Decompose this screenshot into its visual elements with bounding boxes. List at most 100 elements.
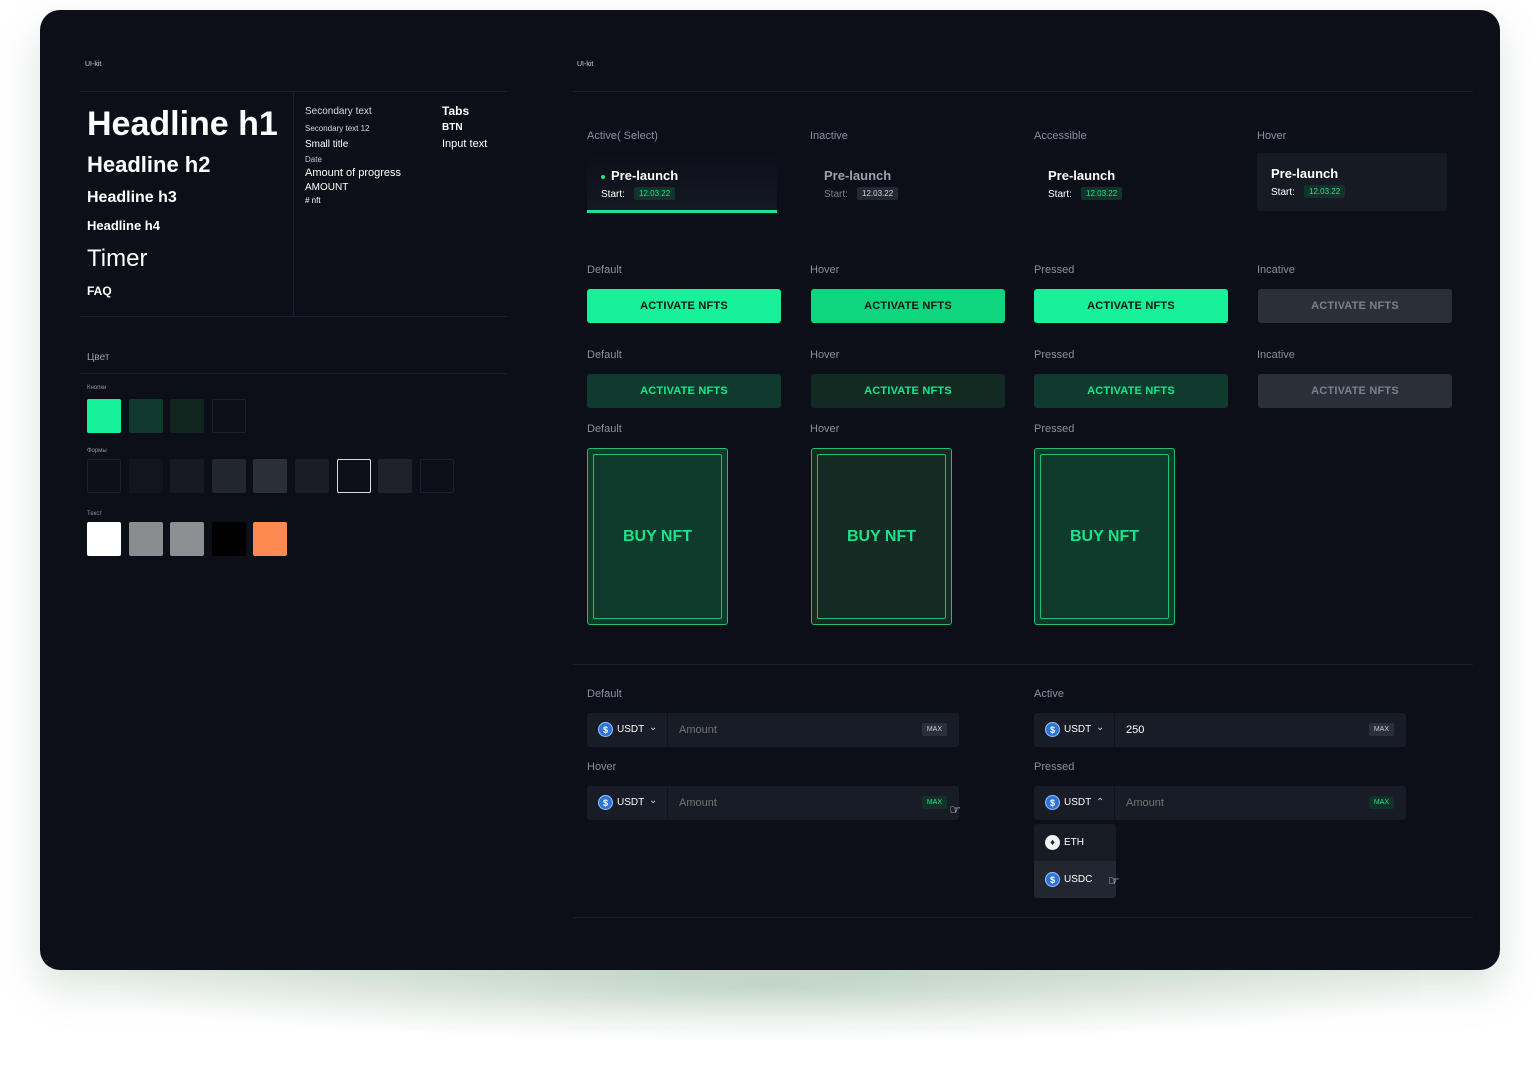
buy-nft-label: BUY NFT <box>593 454 722 619</box>
tab-prelaunch-accessible[interactable]: Pre-launch Start: 12.03.22 <box>1034 155 1224 213</box>
dropdown-item-usdc[interactable]: $ USDC ☞ <box>1034 861 1120 898</box>
currency-label: USDT <box>1064 797 1092 808</box>
color-swatch <box>87 399 121 433</box>
max-button[interactable]: MAX <box>921 796 947 809</box>
secondary-text-12: Secondary text 12 <box>305 124 370 133</box>
active-underline <box>587 210 777 213</box>
color-section-title: Цвет <box>87 352 110 363</box>
headline-h3: Headline h3 <box>87 189 177 206</box>
eth-icon: ♦ <box>1045 835 1060 850</box>
amount-input-default[interactable]: $ USDT ⌄ MAX <box>587 713 959 747</box>
usdt-coin-icon: $ <box>1045 795 1060 810</box>
chevron-up-icon[interactable]: ⌃ <box>1096 797 1104 808</box>
color-swatch <box>128 459 163 493</box>
tab-start-label: Start: <box>601 189 625 200</box>
ui-kit-board: UI-kit Headline h1 Headline h2 Headline … <box>40 10 1500 970</box>
color-swatch <box>211 522 246 556</box>
btn2-pressed-label: Pressed <box>1034 349 1075 361</box>
btn2-default-label: Default <box>587 349 622 361</box>
color-swatch <box>419 459 454 493</box>
divider <box>1114 786 1115 820</box>
activate-nfts-secondary-inactive[interactable]: ACTIVATE NFTS <box>1258 374 1452 408</box>
buy-nft-card-pressed[interactable]: BUY NFT <box>1034 448 1175 625</box>
amount-field[interactable] <box>679 797 909 809</box>
dropdown-item-label: ETH <box>1064 837 1084 848</box>
max-button[interactable]: MAX <box>1368 796 1394 809</box>
tab-state-active-label: Active( Select) <box>587 130 658 142</box>
tab-title: Pre-launch <box>1271 166 1339 181</box>
amount-field[interactable] <box>679 724 909 736</box>
usdt-coin-icon: $ <box>598 795 613 810</box>
usdc-icon: $ <box>1045 872 1060 887</box>
color-swatch <box>87 459 121 493</box>
amount-input-hover[interactable]: $ USDT ⌄ MAX ☞ <box>587 786 961 820</box>
activate-nfts-secondary-pressed[interactable]: ACTIVATE NFTS <box>1034 374 1228 408</box>
date-text: Date <box>305 155 322 164</box>
btn-text: BTN <box>442 122 463 133</box>
color-swatch <box>211 459 246 493</box>
currency-label: USDT <box>1064 724 1092 735</box>
tab-title: Pre-launch <box>824 168 892 183</box>
tab-prelaunch-hover[interactable]: Pre-launch Start: 12.03.22 <box>1257 153 1447 211</box>
divider <box>573 664 1473 665</box>
amount-field[interactable] <box>1126 724 1356 736</box>
forms-color-label: Формы <box>87 448 107 454</box>
tab-state-accessible-label: Accessible <box>1034 130 1087 142</box>
max-button[interactable]: MAX <box>921 723 947 736</box>
divider <box>573 917 1473 918</box>
chevron-down-icon[interactable]: ⌄ <box>649 722 657 733</box>
dropdown-item-label: USDC <box>1064 874 1093 885</box>
activate-nfts-secondary-default[interactable]: ACTIVATE NFTS <box>587 374 781 408</box>
btn-default-label: Default <box>587 264 622 276</box>
divider <box>667 713 668 747</box>
activate-nfts-secondary-hover[interactable]: ACTIVATE NFTS <box>811 374 1005 408</box>
text-color-label: Текст <box>87 511 103 517</box>
tab-date-badge: 12.03.22 <box>1304 185 1346 198</box>
tab-prelaunch-inactive[interactable]: Pre-launch Start: 12.03.22 <box>810 155 1000 213</box>
btn2-hover-label: Hover <box>810 349 840 361</box>
buttons-color-label: Кнопки <box>87 385 107 391</box>
btn2-inactive-label: Incative <box>1257 349 1295 361</box>
activate-nfts-button-hover[interactable]: ACTIVATE NFTS <box>811 289 1005 323</box>
color-swatch <box>211 399 246 433</box>
usdt-coin-icon: $ <box>598 722 613 737</box>
dropdown-item-eth[interactable]: ♦ ETH <box>1034 824 1116 861</box>
input-active-label: Active <box>1034 688 1064 700</box>
headline-h4: Headline h4 <box>87 218 160 233</box>
input-text: Input text <box>442 138 488 150</box>
input-pressed-label: Pressed <box>1034 761 1075 773</box>
amount-input-pressed[interactable]: $ USDT ⌃ MAX <box>1034 786 1406 820</box>
headline-h2: Headline h2 <box>87 152 211 177</box>
input-hover-label: Hover <box>587 761 617 773</box>
buy-nft-label: BUY NFT <box>817 454 946 619</box>
color-swatch <box>128 522 163 556</box>
tab-title: Pre-launch <box>611 168 679 183</box>
activate-nfts-button-pressed[interactable]: ACTIVATE NFTS <box>1034 289 1228 323</box>
chevron-down-icon[interactable]: ⌄ <box>649 795 657 806</box>
amount-input-active[interactable]: $ USDT ⌄ MAX <box>1034 713 1406 747</box>
activate-nfts-button-inactive[interactable]: ACTIVATE NFTS <box>1258 289 1452 323</box>
chevron-down-icon[interactable]: ⌄ <box>1096 722 1104 733</box>
activate-nfts-button-default[interactable]: ACTIVATE NFTS <box>587 289 781 323</box>
color-swatch <box>295 459 329 493</box>
buy-nft-card-hover[interactable]: BUY NFT <box>811 448 952 625</box>
currency-dropdown: ♦ ETH $ USDC ☞ <box>1034 824 1120 898</box>
color-swatch <box>336 459 371 493</box>
max-button[interactable]: MAX <box>1368 723 1394 736</box>
tab-date-badge: 12.03.22 <box>634 187 676 200</box>
input-default-label: Default <box>587 688 622 700</box>
divider <box>293 91 294 316</box>
secondary-text: Secondary text <box>305 106 372 117</box>
buy-nft-card-default[interactable]: BUY NFT <box>587 448 728 625</box>
currency-label: USDT <box>617 724 645 735</box>
color-swatch <box>170 459 205 493</box>
faq-text: FAQ <box>87 284 112 298</box>
btn-inactive-label: Incative <box>1257 264 1295 276</box>
tab-prelaunch-active[interactable]: Pre-launch Start: 12.03.22 <box>587 155 777 213</box>
nft-text: # nft <box>305 196 321 205</box>
buy-nft-label: BUY NFT <box>1040 454 1169 619</box>
amount-field[interactable] <box>1126 797 1356 809</box>
currency-label: USDT <box>617 797 645 808</box>
tab-date-badge: 12.03.22 <box>857 187 899 200</box>
tab-start-label: Start: <box>1048 189 1072 200</box>
